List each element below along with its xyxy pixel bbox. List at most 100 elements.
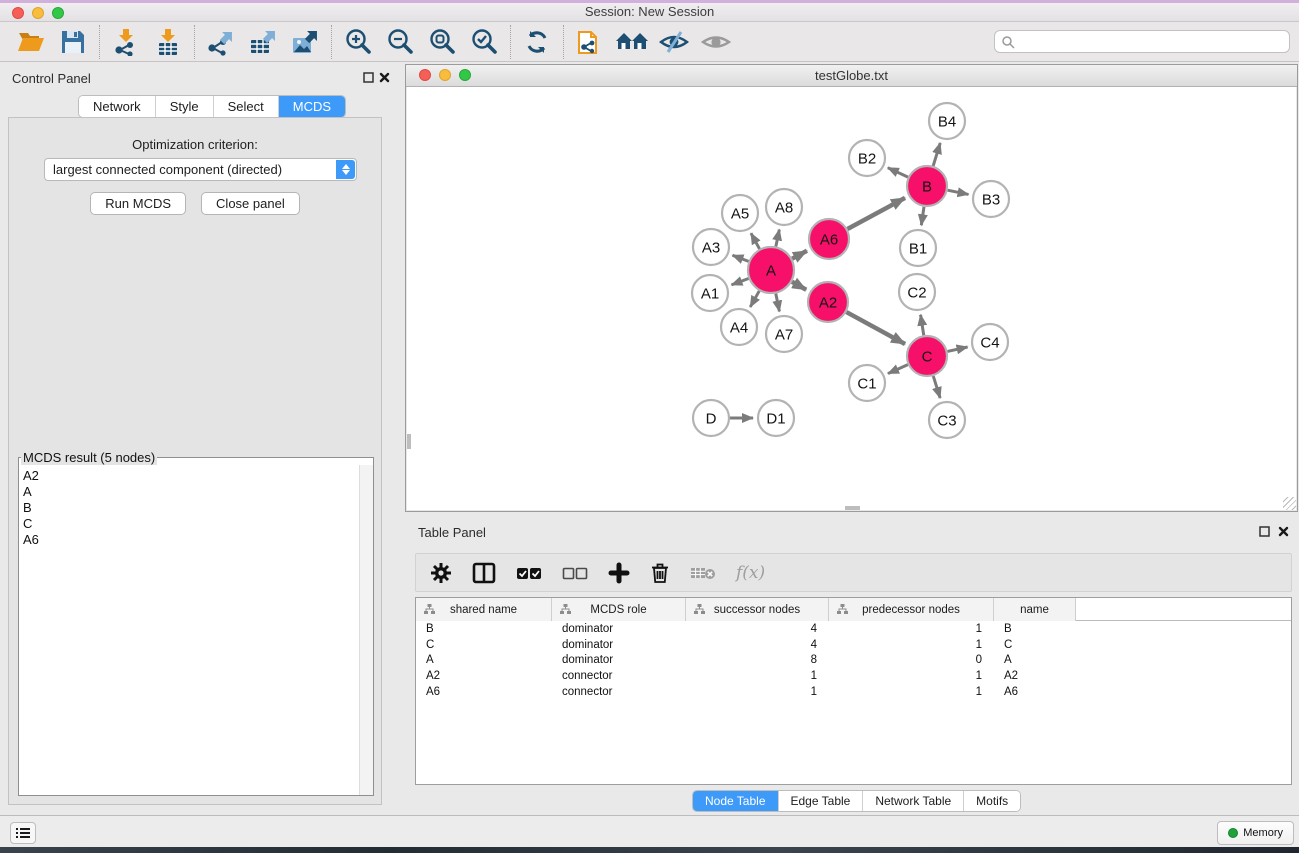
- cell-successor-nodes[interactable]: 8: [686, 654, 829, 670]
- edge-A6-B[interactable]: [847, 198, 905, 229]
- houses-button[interactable]: [611, 24, 653, 60]
- cell-MCDS-role[interactable]: dominator: [552, 654, 686, 670]
- edge-A2-C[interactable]: [846, 312, 905, 344]
- node-A2[interactable]: A2: [808, 282, 848, 322]
- node-B2[interactable]: B2: [849, 140, 885, 176]
- tab-mcds[interactable]: MCDS: [279, 96, 345, 117]
- criterion-select[interactable]: largest connected component (directed): [44, 158, 357, 181]
- result-item[interactable]: B: [23, 500, 355, 516]
- table-row[interactable]: Cdominator41C: [416, 639, 1291, 655]
- float-panel-icon[interactable]: [363, 72, 375, 84]
- cell-predecessor-nodes[interactable]: 1: [829, 639, 994, 655]
- run-mcds-button[interactable]: Run MCDS: [90, 192, 186, 215]
- split-view-button[interactable]: [472, 562, 496, 584]
- cell-MCDS-role[interactable]: connector: [552, 686, 686, 702]
- deselect-all-columns-button[interactable]: [562, 566, 588, 580]
- open-session-button[interactable]: [10, 24, 52, 60]
- canvas-vertical-scroll-thumb[interactable]: [407, 434, 411, 449]
- table-settings-button[interactable]: [430, 562, 452, 584]
- tab-style[interactable]: Style: [156, 96, 214, 117]
- cell-MCDS-role[interactable]: connector: [552, 670, 686, 686]
- node-D1[interactable]: D1: [758, 400, 794, 436]
- refresh-button[interactable]: [516, 24, 558, 60]
- edge-C-C1[interactable]: [888, 365, 908, 374]
- edge-B-B2[interactable]: [888, 168, 908, 177]
- network-from-file-button[interactable]: [569, 24, 611, 60]
- tab-motifs[interactable]: Motifs: [964, 791, 1020, 811]
- edge-A-A2[interactable]: [792, 282, 806, 290]
- cell-predecessor-nodes[interactable]: 1: [829, 670, 994, 686]
- node-B4[interactable]: B4: [929, 103, 965, 139]
- edge-C-C3[interactable]: [933, 376, 940, 398]
- float-table-panel-icon[interactable]: [1259, 526, 1271, 538]
- delete-table-button[interactable]: [690, 565, 716, 581]
- result-scrollbar[interactable]: [359, 465, 373, 795]
- cell-shared-name[interactable]: A6: [416, 686, 552, 702]
- node-C1[interactable]: C1: [849, 365, 885, 401]
- toolbar-search[interactable]: [994, 30, 1290, 53]
- zoom-in-button[interactable]: [337, 24, 379, 60]
- node-A5[interactable]: A5: [722, 195, 758, 231]
- node-C2[interactable]: C2: [899, 274, 935, 310]
- node-A7[interactable]: A7: [766, 316, 802, 352]
- node-A8[interactable]: A8: [766, 189, 802, 225]
- task-history-button[interactable]: [10, 822, 36, 844]
- node-B1[interactable]: B1: [900, 230, 936, 266]
- cell-name[interactable]: B: [994, 623, 1076, 639]
- edge-A-A5[interactable]: [751, 233, 760, 249]
- edge-A-A6[interactable]: [792, 251, 807, 259]
- cell-predecessor-nodes[interactable]: 1: [829, 686, 994, 702]
- table-row[interactable]: Adominator80A: [416, 654, 1291, 670]
- node-C[interactable]: C: [907, 336, 947, 376]
- edge-A-A7[interactable]: [776, 294, 780, 312]
- edge-C-C2[interactable]: [921, 315, 924, 336]
- node-C4[interactable]: C4: [972, 324, 1008, 360]
- tab-edge-table[interactable]: Edge Table: [779, 791, 864, 811]
- save-session-button[interactable]: [52, 24, 94, 60]
- result-item[interactable]: A2: [23, 468, 355, 484]
- table-row[interactable]: A6connector11A6: [416, 686, 1291, 702]
- cell-name[interactable]: C: [994, 639, 1076, 655]
- cell-name[interactable]: A: [994, 654, 1076, 670]
- import-network-button[interactable]: [105, 24, 147, 60]
- delete-column-button[interactable]: [650, 562, 670, 584]
- column-header-MCDS-role[interactable]: MCDS role: [552, 598, 686, 621]
- export-table-button[interactable]: [242, 24, 284, 60]
- add-column-button[interactable]: [608, 562, 630, 584]
- result-item[interactable]: A: [23, 484, 355, 500]
- cell-MCDS-role[interactable]: dominator: [552, 639, 686, 655]
- node-A3[interactable]: A3: [693, 229, 729, 265]
- export-image-button[interactable]: [284, 24, 326, 60]
- select-all-columns-button[interactable]: [516, 566, 542, 580]
- edge-B-B3[interactable]: [948, 190, 969, 194]
- import-table-button[interactable]: [147, 24, 189, 60]
- window-resize-grip[interactable]: [1283, 497, 1296, 510]
- edge-C-C4[interactable]: [947, 347, 967, 351]
- edge-A-A4[interactable]: [750, 291, 759, 307]
- column-header-shared-name[interactable]: shared name: [416, 598, 552, 621]
- memory-button[interactable]: Memory: [1217, 821, 1294, 845]
- table-row[interactable]: A2connector11A2: [416, 670, 1291, 686]
- edge-A-A3[interactable]: [732, 255, 748, 261]
- table-row[interactable]: Bdominator41B: [416, 623, 1291, 639]
- cell-shared-name[interactable]: C: [416, 639, 552, 655]
- edge-A-A1[interactable]: [732, 278, 749, 284]
- tab-network[interactable]: Network: [79, 96, 156, 117]
- cell-MCDS-role[interactable]: dominator: [552, 623, 686, 639]
- zoom-selected-button[interactable]: [463, 24, 505, 60]
- network-canvas[interactable]: AA1A2A3A4A5A6A7A8BB1B2B3B4CC1C2C3C4DD1: [407, 87, 1296, 510]
- cell-shared-name[interactable]: A2: [416, 670, 552, 686]
- network-window-titlebar[interactable]: testGlobe.txt: [406, 65, 1297, 87]
- column-header-name[interactable]: name: [994, 598, 1076, 621]
- tab-select[interactable]: Select: [214, 96, 279, 117]
- zoom-out-button[interactable]: [379, 24, 421, 60]
- zoom-fit-button[interactable]: [421, 24, 463, 60]
- node-C3[interactable]: C3: [929, 402, 965, 438]
- function-builder-button[interactable]: f(x): [736, 563, 765, 583]
- node-A[interactable]: A: [748, 247, 794, 293]
- cell-name[interactable]: A6: [994, 686, 1076, 702]
- close-panel-icon[interactable]: [379, 72, 391, 84]
- node-B[interactable]: B: [907, 166, 947, 206]
- hide-selected-button[interactable]: [653, 24, 695, 60]
- canvas-horizontal-scroll-thumb[interactable]: [845, 506, 860, 510]
